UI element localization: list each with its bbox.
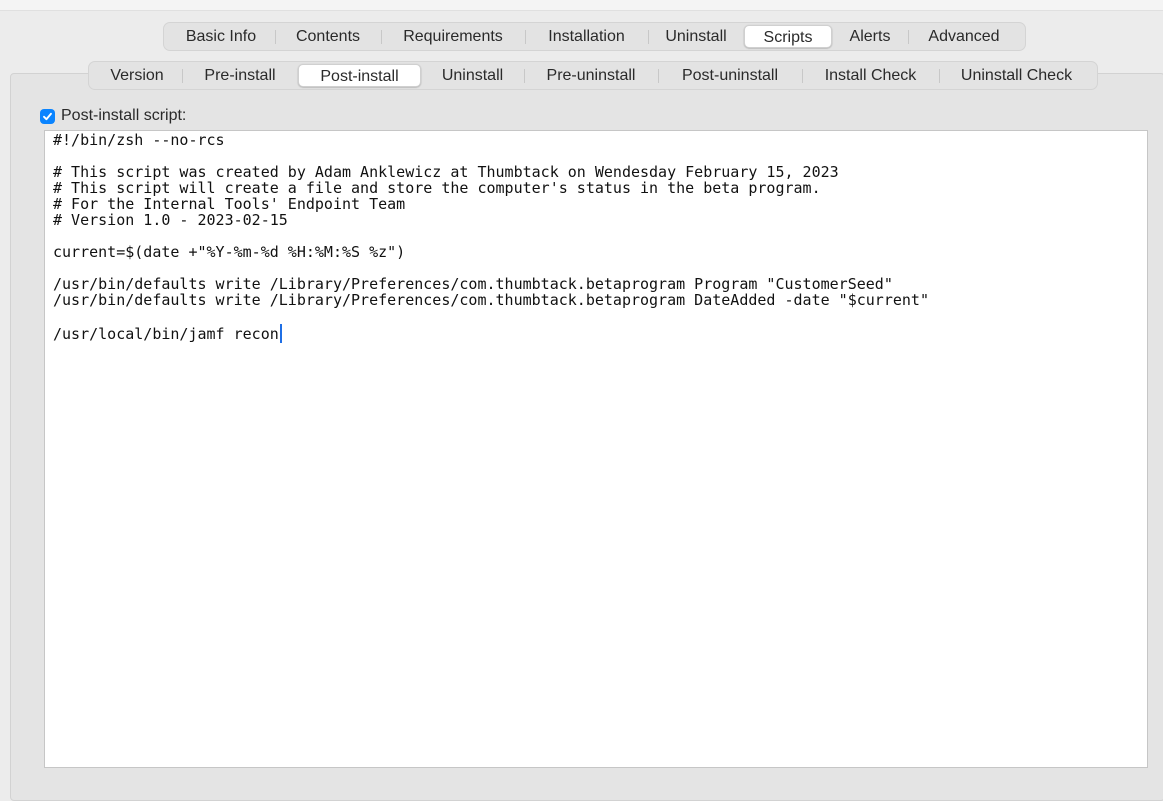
tab-uninstall[interactable]: Uninstall <box>648 25 744 48</box>
post-install-script-toggle[interactable]: Post-install script: <box>40 107 186 125</box>
tab-requirements[interactable]: Requirements <box>381 25 525 48</box>
text-cursor <box>279 324 282 343</box>
code-line: /usr/bin/defaults write /Library/Prefere… <box>53 291 929 309</box>
code-line: # Version 1.0 - 2023-02-15 <box>53 211 288 229</box>
script-editor[interactable]: #!/bin/zsh --no-rcs # This script was cr… <box>44 130 1148 768</box>
code-line: # For the Internal Tools' Endpoint Team <box>53 195 406 213</box>
toolbar-band <box>0 0 1163 11</box>
checkmark-icon <box>43 112 52 120</box>
subtab-install-check[interactable]: Install Check <box>802 64 939 87</box>
code-line: current=$(date +"%Y-%m-%d %H:%M:%S %z") <box>53 243 406 261</box>
code-line: # This script will create a file and sto… <box>53 179 821 197</box>
post-install-checkbox[interactable] <box>40 108 55 124</box>
top-tab-bar: Basic Info Contents Requirements Install… <box>163 22 1026 51</box>
subtab-pre-uninstall[interactable]: Pre-uninstall <box>524 64 658 87</box>
subtab-post-uninstall[interactable]: Post-uninstall <box>658 64 802 87</box>
package-editor-window: Basic Info Contents Requirements Install… <box>0 0 1163 801</box>
tab-advanced[interactable]: Advanced <box>908 25 1020 48</box>
tab-basic-info[interactable]: Basic Info <box>167 25 275 48</box>
tab-installation[interactable]: Installation <box>525 25 648 48</box>
subtab-uninstall[interactable]: Uninstall <box>421 64 524 87</box>
script-type-tab-bar: Version Pre-install Post-install Uninsta… <box>88 61 1098 90</box>
tab-scripts[interactable]: Scripts <box>744 25 832 48</box>
code-line-last: /usr/local/bin/jamf recon <box>53 324 1139 343</box>
code-line: # This script was created by Adam Anklew… <box>53 163 839 181</box>
code-line: /usr/bin/defaults write /Library/Prefere… <box>53 275 893 293</box>
code-line-text: /usr/local/bin/jamf recon <box>53 325 279 343</box>
subtab-uninstall-check[interactable]: Uninstall Check <box>939 64 1094 87</box>
checkbox-label: Post-install script: <box>61 107 187 124</box>
subtab-post-install[interactable]: Post-install <box>298 64 421 87</box>
subtab-version[interactable]: Version <box>92 64 182 87</box>
tab-contents[interactable]: Contents <box>275 25 381 48</box>
code-line: #!/bin/zsh --no-rcs <box>53 131 225 149</box>
tab-alerts[interactable]: Alerts <box>832 25 908 48</box>
subtab-pre-install[interactable]: Pre-install <box>182 64 298 87</box>
